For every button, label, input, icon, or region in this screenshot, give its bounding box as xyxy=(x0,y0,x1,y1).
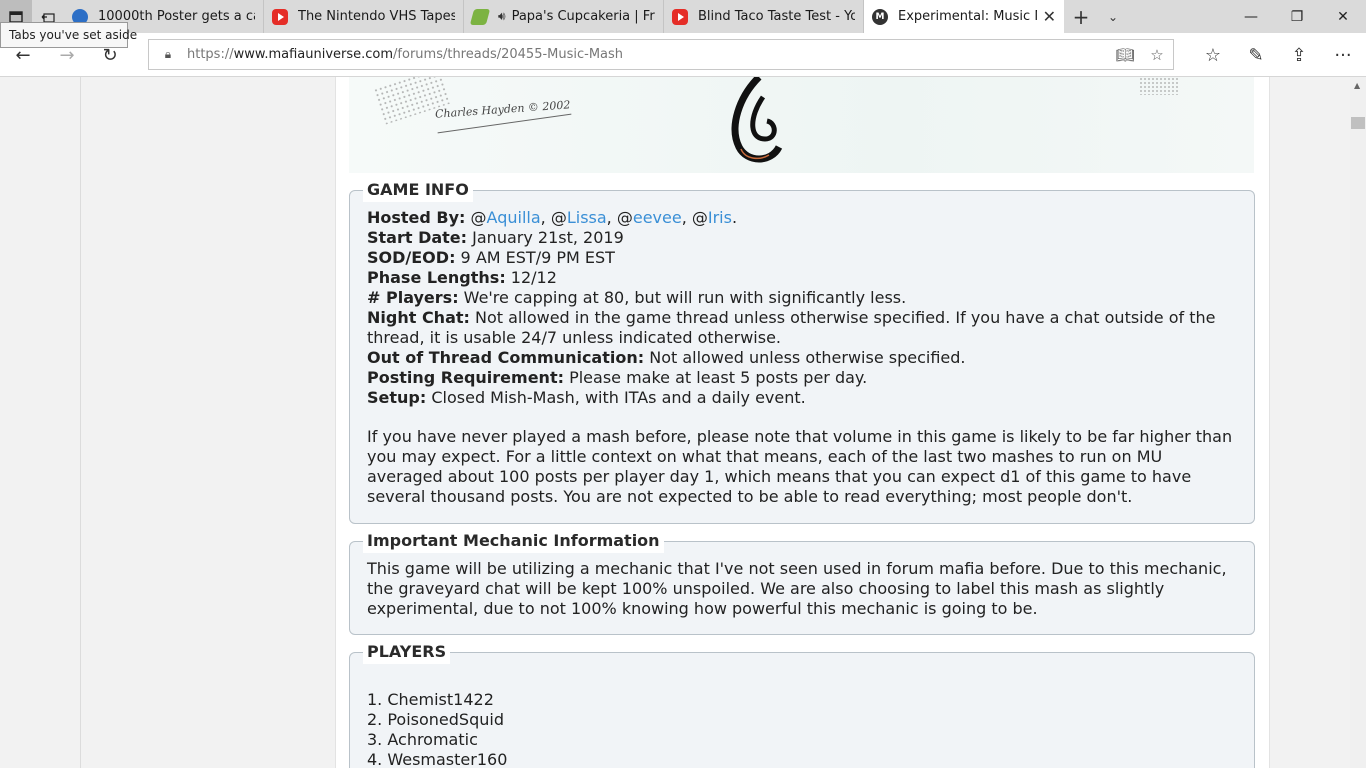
setup-row: Setup: Closed Mish-Mash, with ITAs and a… xyxy=(367,388,806,407)
scroll-up-arrow-icon[interactable]: ▲ xyxy=(1354,81,1360,90)
minimize-button[interactable]: — xyxy=(1228,0,1274,33)
share-icon[interactable]: ⇪ xyxy=(1284,41,1314,69)
game-info-panel: GAME INFO Hosted By: @Aquilla, @Lissa, @… xyxy=(349,178,1255,524)
page-left-divider xyxy=(80,77,81,768)
more-menu-icon[interactable]: ··· xyxy=(1328,41,1358,69)
players-legend: PLAYERS xyxy=(363,640,451,664)
web-note-pen-icon[interactable]: ✎ xyxy=(1241,41,1271,69)
banner-image: Charles Hayden © 2002 xyxy=(349,77,1254,173)
posting-requirement-row: Posting Requirement: Please make at leas… xyxy=(367,368,868,387)
tooltip: Tabs you've set aside xyxy=(0,22,137,48)
navigation-bar: ← → ↻ 🔒︎ https://www.mafiauniverse.com/f… xyxy=(0,33,1366,77)
close-window-button[interactable]: ✕ xyxy=(1320,0,1366,33)
night-chat-row: Night Chat: Not allowed in the game thre… xyxy=(367,308,1216,347)
tab-preview-chevron-icon[interactable]: ⌄ xyxy=(1098,0,1128,33)
page-scrollbar[interactable]: ▲ xyxy=(1350,77,1366,768)
host-link[interactable]: Lissa xyxy=(567,208,607,227)
set-aside-icon xyxy=(41,12,55,23)
lock-icon: 🔒︎ xyxy=(164,47,172,61)
speaker-icon[interactable]: 🔊︎ xyxy=(498,9,506,24)
volume-note: If you have never played a mash before, … xyxy=(367,427,1233,506)
mechanic-legend: Important Mechanic Information xyxy=(363,529,664,553)
mechanic-text: This game will be utilizing a mechanic t… xyxy=(367,559,1227,618)
host-link[interactable]: Aquilla xyxy=(487,208,541,227)
tab-title: Papa's Cupcakeria | Fre xyxy=(511,9,655,24)
sod-eod-row: SOD/EOD: 9 AM EST/9 PM EST xyxy=(367,248,615,267)
youtube-icon xyxy=(672,8,688,25)
tab-title: The Nintendo VHS Tapes - Y xyxy=(298,9,455,24)
player-item: 1. Chemist1422 xyxy=(367,690,494,709)
tabs-aside-icon xyxy=(9,10,23,23)
players-count-row: # Players: We're capping at 80, but will… xyxy=(367,288,907,307)
game-info-body: Hosted By: @Aquilla, @Lissa, @eevee, @Ir… xyxy=(367,208,1237,507)
url-text[interactable]: https://www.mafiauniverse.com/forums/thr… xyxy=(187,47,1109,62)
host-link[interactable]: Iris xyxy=(708,208,732,227)
tab-title: Experimental: Music Ma xyxy=(898,9,1037,24)
tab-3[interactable]: 🔊︎ Papa's Cupcakeria | Fre xyxy=(464,0,664,33)
favorites-hub-icon[interactable]: ☆ xyxy=(1198,41,1228,69)
player-item: 4. Wesmaster160 xyxy=(367,750,508,768)
reading-view-icon[interactable]: 📖︎ xyxy=(1109,46,1141,64)
tab-title: Blind Taco Taste Test - YouT xyxy=(698,9,855,24)
treble-clef-decoration xyxy=(731,77,783,163)
mafiauniverse-icon: M xyxy=(872,8,888,25)
close-tab-icon[interactable]: ✕ xyxy=(1043,7,1056,26)
favorite-star-icon[interactable]: ☆ xyxy=(1141,46,1173,64)
start-date-row: Start Date: January 21st, 2019 xyxy=(367,228,624,247)
tab-2[interactable]: The Nintendo VHS Tapes - Y xyxy=(264,0,464,33)
new-tab-button[interactable]: + xyxy=(1064,0,1098,33)
host-link[interactable]: eevee xyxy=(633,208,682,227)
player-item: 2. PoisonedSquid xyxy=(367,710,504,729)
players-panel: PLAYERS 1. Chemist1422 2. PoisonedSquid … xyxy=(349,640,1255,768)
tab-strip: 10000th Poster gets a cake The Nintendo … xyxy=(0,0,1366,33)
tab-4[interactable]: Blind Taco Taste Test - YouT xyxy=(664,0,864,33)
players-list: 1. Chemist1422 2. PoisonedSquid 3. Achro… xyxy=(367,690,1237,768)
mechanic-panel: Important Mechanic Information This game… xyxy=(349,529,1255,635)
phase-lengths-row: Phase Lengths: 12/12 xyxy=(367,268,557,287)
hosted-by-row: Hosted By: @Aquilla, @Lissa, @eevee, @Ir… xyxy=(367,208,738,227)
player-item: 3. Achromatic xyxy=(367,730,478,749)
tab-5-active[interactable]: M Experimental: Music Ma ✕ xyxy=(864,0,1064,33)
restore-button[interactable]: ❐ xyxy=(1274,0,1320,33)
out-of-thread-row: Out of Thread Communication: Not allowed… xyxy=(367,348,966,367)
address-bar[interactable]: 🔒︎ https://www.mafiauniverse.com/forums/… xyxy=(148,39,1174,70)
youtube-icon xyxy=(272,8,288,25)
game-icon xyxy=(469,8,491,25)
game-info-legend: GAME INFO xyxy=(363,178,473,202)
scrollbar-thumb[interactable] xyxy=(1351,117,1365,129)
banner-dots xyxy=(1139,77,1179,95)
